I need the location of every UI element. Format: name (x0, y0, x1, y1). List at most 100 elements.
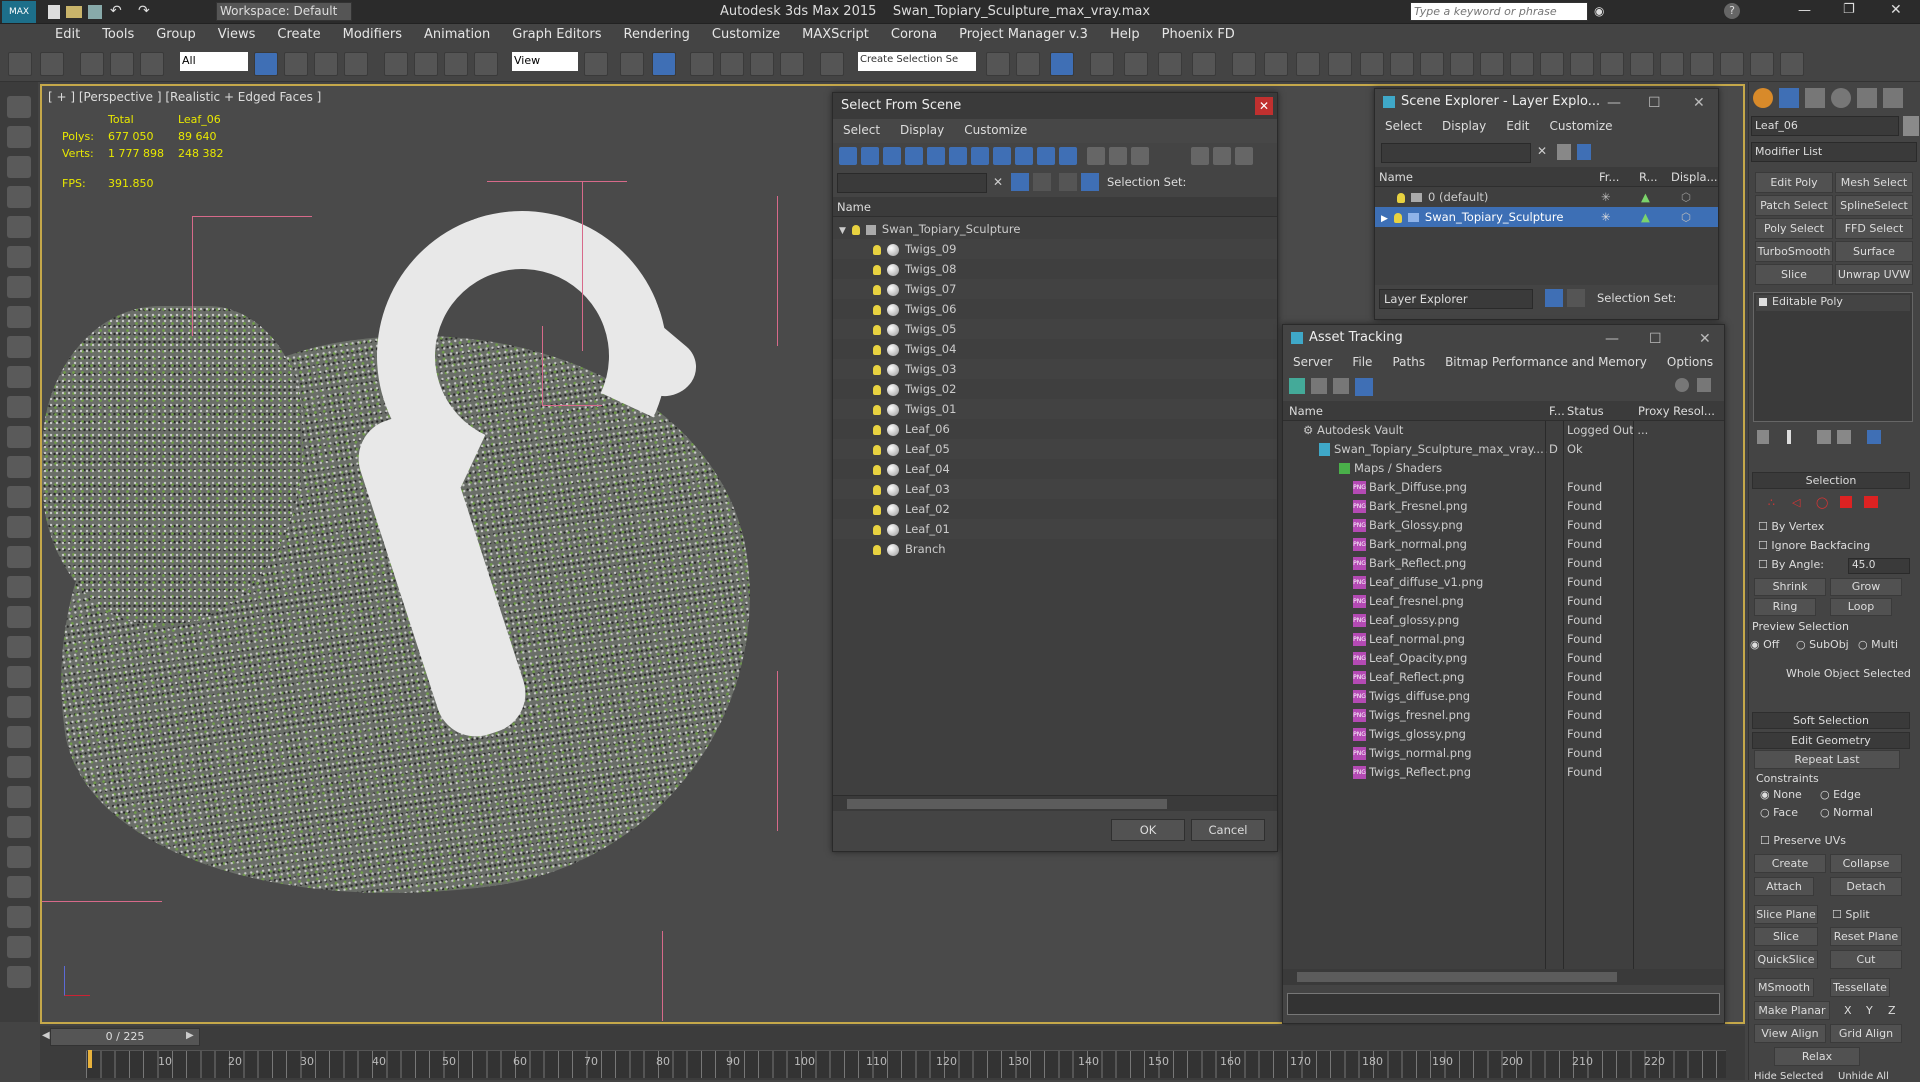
tool-icon-19[interactable] (7, 636, 31, 658)
asset-row[interactable]: PNG Leaf_glossy.png Found (1283, 611, 1724, 630)
tool-icon-16[interactable] (7, 546, 31, 568)
lightbulb-icon[interactable] (873, 444, 881, 455)
help-icon[interactable]: ? (1724, 3, 1740, 19)
select-all-icon[interactable] (1087, 147, 1105, 165)
menu-tools[interactable]: Tools (91, 24, 145, 42)
select-object-icon[interactable] (254, 52, 278, 76)
lightbulb-icon[interactable] (1397, 192, 1405, 203)
tool-icon-6[interactable] (7, 246, 31, 268)
vault-row[interactable]: ⚙ Autodesk Vault Logged Out ... (1283, 421, 1724, 440)
asset-row[interactable]: PNG Twigs_Reflect.png Found (1283, 763, 1724, 782)
constraint-none-radio[interactable]: ◉ None (1760, 788, 1802, 801)
curve-editor-icon[interactable] (1158, 52, 1182, 76)
show-end-result-icon[interactable] (1787, 430, 1791, 444)
split-checkbox[interactable]: ☐ Split (1832, 908, 1870, 921)
menu-paths[interactable]: Paths (1382, 351, 1435, 373)
binoculars-icon[interactable]: ◉ (1594, 4, 1604, 18)
scene-object[interactable]: Twigs_03 (833, 359, 1277, 379)
options-icon[interactable] (1235, 147, 1253, 165)
stack-item-editable-poly[interactable]: Editable Poly (1756, 295, 1910, 311)
vray-toolbar-icon-g[interactable] (1780, 52, 1804, 76)
asset-row[interactable]: PNG Bark_Glossy.png Found (1283, 516, 1724, 535)
workspace-select[interactable]: Workspace: Default (216, 2, 352, 21)
reset-plane-button[interactable]: Reset Plane (1830, 927, 1902, 946)
minimize-button[interactable]: — (1605, 331, 1619, 347)
create-tab-icon[interactable] (1753, 88, 1773, 108)
select-by-name-icon[interactable] (284, 52, 308, 76)
motion-tab-icon[interactable] (1831, 88, 1851, 108)
menu-maxscript[interactable]: MAXScript (791, 24, 880, 42)
menu-phoenix-fd[interactable]: Phoenix FD (1151, 24, 1246, 42)
constraint-face-radio[interactable]: ○ Face (1760, 806, 1798, 819)
tool-icon-17[interactable] (7, 576, 31, 598)
app-logo[interactable]: MAX (2, 1, 36, 23)
asset-row[interactable]: PNG Twigs_diffuse.png Found (1283, 687, 1724, 706)
display-cameras-icon[interactable] (905, 147, 923, 165)
planar-x-button[interactable]: X (1844, 1004, 1852, 1017)
asset-row[interactable]: PNG Leaf_fresnel.png Found (1283, 592, 1724, 611)
link-icon[interactable] (80, 52, 104, 76)
scene-file-row[interactable]: Swan_Topiary_Sculpture_max_vray.... D Ok (1283, 440, 1724, 459)
object-name-field[interactable]: Leaf_06 (1751, 116, 1899, 136)
lightbulb-icon[interactable] (873, 544, 881, 555)
remove-modifier-icon[interactable] (1837, 430, 1851, 444)
redo-icon[interactable] (40, 52, 64, 76)
lightbulb-icon[interactable] (873, 484, 881, 495)
close-button[interactable]: ✕ (1693, 95, 1705, 111)
quick-access-save-icon[interactable] (88, 5, 102, 19)
f-column-header[interactable]: F... (1549, 401, 1565, 421)
turbosmooth-button[interactable]: TurboSmooth (1755, 241, 1833, 262)
proxy-column-header[interactable]: Proxy Resol... (1638, 401, 1715, 421)
hide-selected-button[interactable]: Hide Selected (1754, 1071, 1823, 1082)
layer-row-selected[interactable]: ▶ Swan_Topiary_Sculpture ✳ ▲ ⬡ (1375, 207, 1718, 227)
lightbulb-icon[interactable] (851, 224, 860, 235)
by-angle-checkbox[interactable]: ☐ By Angle: (1758, 558, 1824, 571)
slice-plane-button[interactable]: Slice Plane (1754, 905, 1818, 924)
utilities-tab-icon[interactable] (1883, 88, 1903, 108)
scene-object[interactable]: Leaf_02 (833, 499, 1277, 519)
mirror-icon[interactable] (986, 52, 1010, 76)
tool-icon-11[interactable] (7, 396, 31, 418)
asset-row[interactable]: PNG Leaf_Reflect.png Found (1283, 668, 1724, 687)
settings-icon[interactable] (1697, 378, 1711, 392)
find-input[interactable] (837, 173, 987, 193)
menu-customize[interactable]: Customize (954, 119, 1037, 141)
modify-tab-icon[interactable] (1779, 88, 1799, 108)
angle-snap-icon[interactable] (720, 52, 744, 76)
preserve-uvs-checkbox[interactable]: ☐ Preserve UVs (1760, 834, 1846, 847)
planar-y-button[interactable]: Y (1866, 1004, 1873, 1017)
vray-plane-icon[interactable] (1480, 52, 1504, 76)
status-column-header[interactable]: Status (1567, 401, 1604, 421)
selection-rollout-header[interactable]: Selection (1752, 472, 1910, 489)
asset-row[interactable]: PNG Leaf_diffuse_v1.png Found (1283, 573, 1724, 592)
make-unique-icon[interactable] (1817, 430, 1831, 444)
asset-row[interactable]: PNG Leaf_normal.png Found (1283, 630, 1724, 649)
repeat-last-button[interactable]: Repeat Last (1754, 750, 1900, 769)
display-tab-icon[interactable] (1857, 88, 1877, 108)
toggle-scene-explorer-icon[interactable] (1050, 52, 1074, 76)
preview-multi-radio[interactable]: ○ Multi (1858, 638, 1898, 651)
vray-fur-icon[interactable] (1450, 52, 1474, 76)
layer-explorer-icon[interactable] (1090, 52, 1114, 76)
maximize-button[interactable]: ☐ (1648, 95, 1661, 111)
tool-icon-15[interactable] (7, 516, 31, 538)
display-bones-icon[interactable] (1015, 147, 1033, 165)
freeze-column-header[interactable]: Fr... (1599, 167, 1619, 187)
display-containers-icon[interactable] (1037, 147, 1055, 165)
hierarchy-tab-icon[interactable] (1805, 88, 1825, 108)
patch-select-button[interactable]: Patch Select (1755, 195, 1833, 216)
menu-edit[interactable]: Edit (1496, 115, 1539, 137)
vray-light-icon[interactable] (1360, 52, 1384, 76)
scene-object[interactable]: Twigs_08 (833, 259, 1277, 279)
modifier-list-dropdown[interactable]: Modifier List (1751, 142, 1917, 162)
vray-camera-icon[interactable] (1540, 52, 1564, 76)
configure-modifier-sets-icon[interactable] (1867, 430, 1881, 444)
menu-customize[interactable]: Customize (701, 24, 791, 42)
menu-file[interactable]: File (1342, 351, 1382, 373)
scene-object[interactable]: Twigs_01 (833, 399, 1277, 419)
clear-search-icon[interactable]: ✕ (1537, 144, 1547, 158)
lightbulb-icon[interactable] (873, 244, 881, 255)
asset-row[interactable]: PNG Bark_Reflect.png Found (1283, 554, 1724, 573)
lightbulb-icon[interactable] (873, 264, 881, 275)
menu-animation[interactable]: Animation (413, 24, 501, 42)
